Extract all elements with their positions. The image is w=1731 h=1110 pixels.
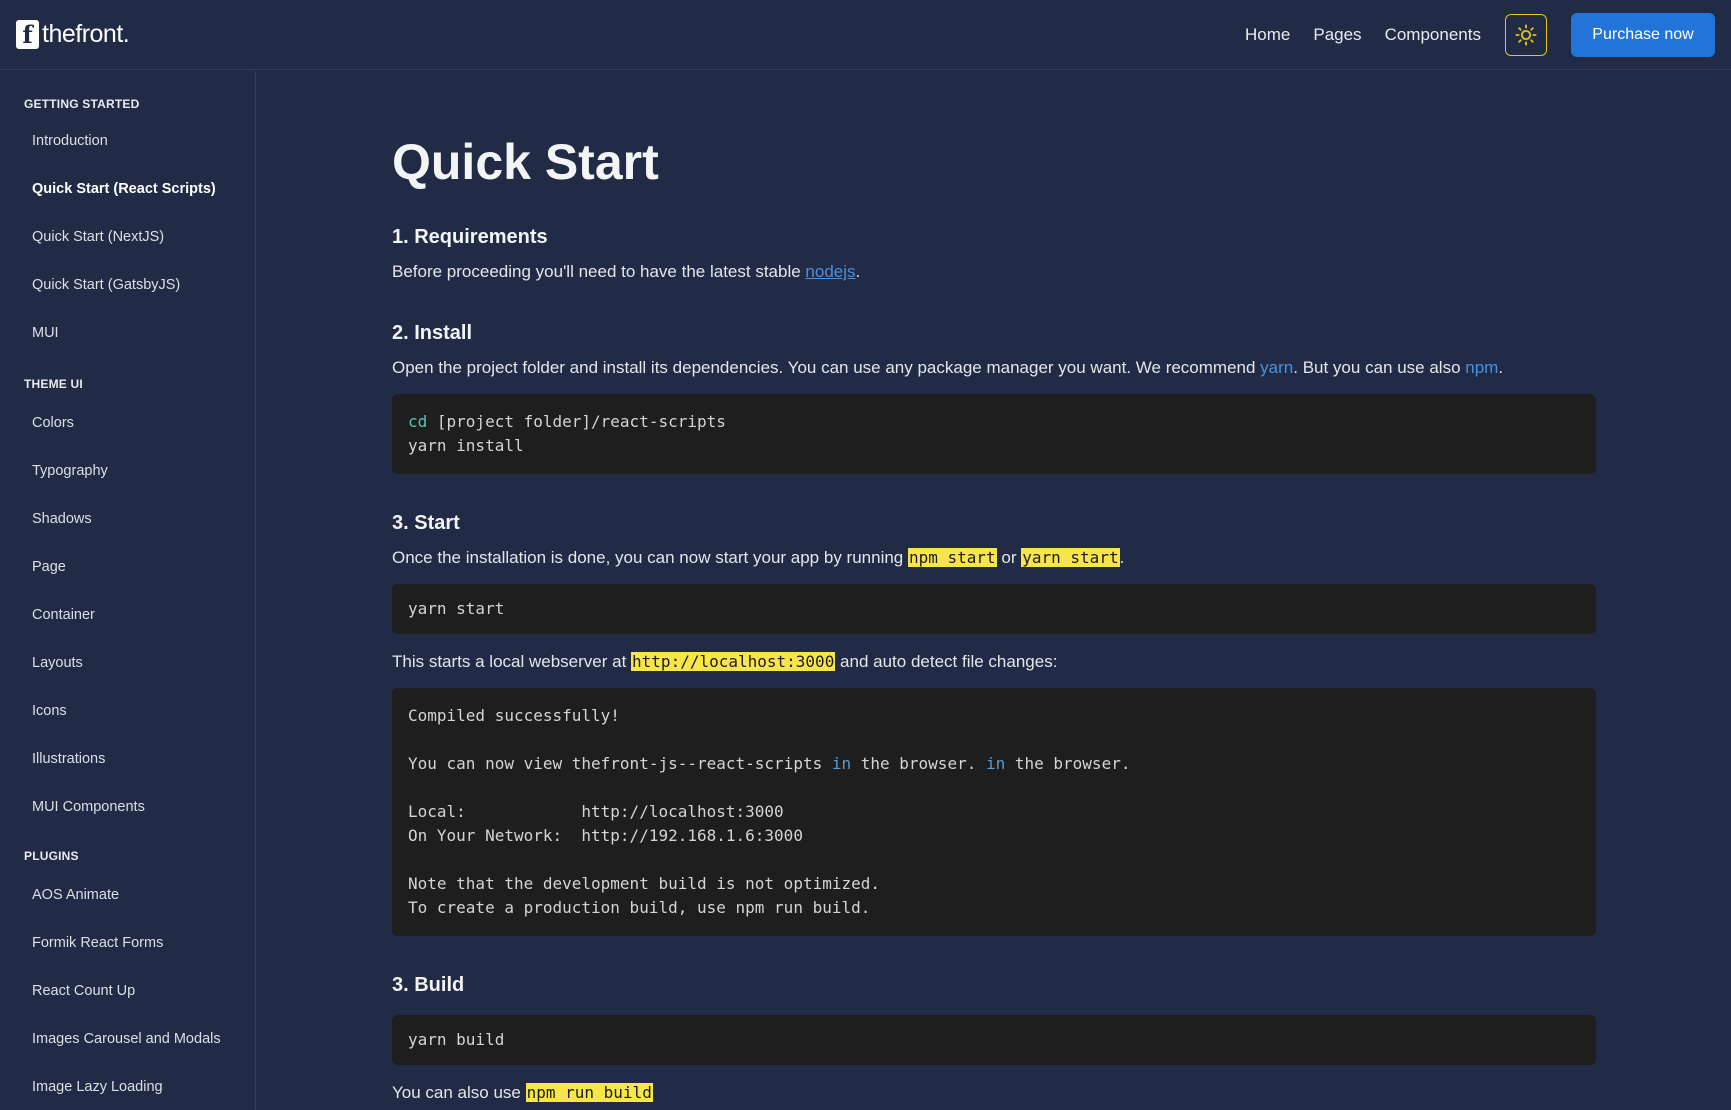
main-nav: Home Pages Components [1245,25,1504,45]
localhost-highlight: http://localhost:3000 [631,652,836,671]
out-in-2: in [985,754,1006,773]
code-line-1: [project folder]/react-scripts [427,412,726,431]
code-line-2: yarn install [408,436,524,455]
start-text: Once the installation is done, you can n… [392,546,1596,570]
theme-toggle-button[interactable] [1505,14,1547,56]
code-yarn-build: yarn build [408,1030,505,1049]
out-view-c: the browser. [1005,754,1131,773]
sidebar-item-introduction[interactable]: Introduction [0,117,255,165]
sidebar-item-quick-start-react-scripts[interactable]: Quick Start (React Scripts) [0,165,255,213]
out-compiled: Compiled successfully! [408,706,620,725]
out-local: Local: http://localhost:3000 [408,802,784,821]
requirements-text: Before proceeding you'll need to have th… [392,260,1596,284]
install-text-end: . [1498,358,1504,377]
sidebar-item-illustrations[interactable]: Illustrations [0,735,255,783]
sidebar-item-layouts[interactable]: Layouts [0,639,255,687]
build-trailing-text: You can also use npm run build [392,1081,1596,1105]
npm-run-build-highlight: npm run build [525,1083,653,1102]
webserver-text-end: and auto detect file changes: [835,652,1058,671]
start-text-part: Once the installation is done, you can n… [392,548,908,567]
start-heading: 3. Start [392,512,460,534]
sidebar-item-quick-start-gatsbyjs[interactable]: Quick Start (GatsbyJS) [0,261,255,309]
sidebar-item-mui-components[interactable]: MUI Components [0,783,255,831]
install-heading: 2. Install [392,322,473,344]
out-production: To create a production build, use npm ru… [408,898,871,917]
webserver-text-part: This starts a local webserver at [392,652,632,671]
install-text: Open the project folder and install its … [392,356,1596,380]
sidebar-item-formik-react-forms[interactable]: Formik React Forms [0,919,255,967]
purchase-now-button[interactable]: Purchase now [1571,13,1715,57]
start-text-mid: or [996,548,1022,567]
requirements-text-end: . [855,262,861,281]
out-network: On Your Network: http://192.168.1.6:3000 [408,826,803,845]
nodejs-link[interactable]: nodejs [805,262,855,281]
logo-text: thefront. [42,20,130,48]
sidebar-item-typography[interactable]: Typography [0,447,255,495]
sidebar-item-mui[interactable]: MUI [0,309,255,357]
sidebar-section-plugins: PLUGINS [24,849,79,863]
yarn-link[interactable]: yarn [1260,358,1293,377]
nav-components[interactable]: Components [1385,25,1481,45]
start-text-end: . [1119,548,1125,567]
nav-pages[interactable]: Pages [1313,25,1361,45]
sidebar-section-theme-ui: THEME UI [24,377,83,391]
sidebar-item-images-carousel[interactable]: Images Carousel and Modals [0,1015,255,1063]
out-view-b: the browser. [851,754,986,773]
npm-link[interactable]: npm [1465,358,1498,377]
top-navbar: f thefront. Home Pages Components Purcha… [0,0,1731,70]
sidebar-item-container[interactable]: Container [0,591,255,639]
sidebar-section-getting-started: GETTING STARTED [24,97,140,111]
requirements-text-part: Before proceeding you'll need to have th… [392,262,806,281]
docs-sidebar: GETTING STARTED Introduction Quick Start… [0,71,256,1110]
build-trailing-part: You can also use [392,1083,526,1102]
sidebar-item-aos-animate[interactable]: AOS Animate [0,871,255,919]
output-code-block[interactable]: Compiled successfully! You can now view … [392,688,1596,936]
install-code-block[interactable]: cd [project folder]/react-scripts yarn i… [392,394,1596,474]
out-view-a: You can now view thefront-js--react-scri… [408,754,832,773]
out-in-1: in [831,754,852,773]
sidebar-item-shadows[interactable]: Shadows [0,495,255,543]
code-yarn-start: yarn start [408,599,505,618]
sidebar-item-icons[interactable]: Icons [0,687,255,735]
webserver-text: This starts a local webserver at http://… [392,650,1596,674]
sidebar-item-page[interactable]: Page [0,543,255,591]
requirements-heading: 1. Requirements [392,226,548,248]
build-code-block[interactable]: yarn build [392,1015,1596,1065]
page-title: Quick Start [392,134,659,190]
code-cd-keyword: cd [408,412,428,431]
logo[interactable]: f thefront. [16,20,130,49]
install-text-part: Open the project folder and install its … [392,358,1261,377]
sun-icon [1515,24,1537,46]
docs-content: Quick Start 1. Requirements Before proce… [392,70,1596,1105]
yarn-start-highlight: yarn start [1021,548,1120,567]
build-heading: 3. Build [392,974,465,996]
sidebar-item-quick-start-nextjs[interactable]: Quick Start (NextJS) [0,213,255,261]
sidebar-item-colors[interactable]: Colors [0,399,255,447]
start-code-block[interactable]: yarn start [392,584,1596,634]
install-text-mid: . But you can use also [1293,358,1466,377]
out-note: Note that the development build is not o… [408,874,881,893]
sidebar-item-react-count-up[interactable]: React Count Up [0,967,255,1015]
logo-mark-icon: f [16,20,39,49]
nav-home[interactable]: Home [1245,25,1290,45]
npm-start-highlight: npm start [907,548,997,567]
sidebar-item-image-lazy-loading[interactable]: Image Lazy Loading [0,1063,255,1110]
